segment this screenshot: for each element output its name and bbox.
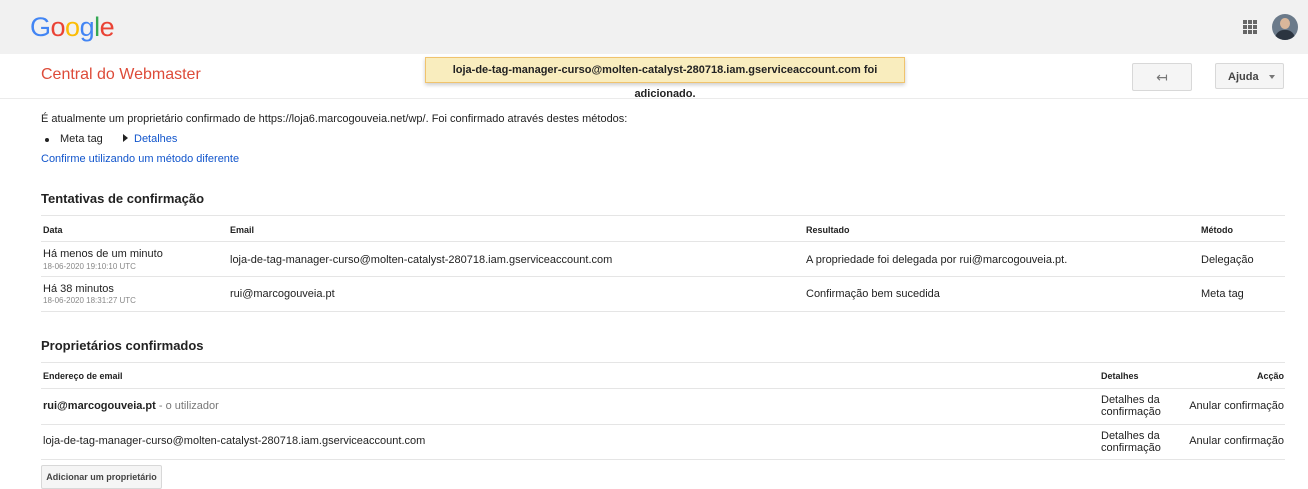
attempt-date: Há menos de um minuto xyxy=(43,248,163,260)
owner-note: - o utilizador xyxy=(155,400,219,412)
logo-letter: o xyxy=(65,12,80,42)
table-divider xyxy=(41,241,1285,242)
ownership-statement: É atualmente um proprietário confirmado … xyxy=(41,113,628,125)
table-divider xyxy=(41,311,1285,312)
column-header-email: Email xyxy=(230,225,255,235)
table-divider xyxy=(41,424,1285,425)
attempt-result: A propriedade foi delegada por rui@marco… xyxy=(806,254,1068,266)
top-bar: Google xyxy=(0,0,1308,54)
help-button[interactable]: Ajuda xyxy=(1215,63,1284,89)
back-button[interactable]: ↤ xyxy=(1132,63,1192,91)
back-arrow-icon: ↤ xyxy=(1156,69,1168,85)
column-header-action: Acção xyxy=(1256,371,1284,381)
table-divider xyxy=(41,215,1285,216)
google-logo[interactable]: Google xyxy=(30,12,115,43)
table-divider xyxy=(41,362,1285,363)
table-divider xyxy=(41,388,1285,389)
attempts-heading: Tentativas de confirmação xyxy=(41,191,205,206)
attempt-email: rui@marcogouveia.pt xyxy=(230,288,335,300)
notification-banner: loja-de-tag-manager-curso@molten-catalys… xyxy=(425,57,905,100)
column-header-email-address: Endereço de email xyxy=(43,371,123,381)
method-meta-tag: Meta tag xyxy=(60,133,103,145)
column-header-details: Detalhes xyxy=(1101,371,1139,381)
avatar[interactable] xyxy=(1272,14,1298,40)
owners-heading: Proprietários confirmados xyxy=(41,338,204,353)
table-divider xyxy=(41,276,1285,277)
expand-triangle-icon[interactable] xyxy=(123,134,128,142)
alternate-method-link[interactable]: Confirme utilizando um método diferente xyxy=(41,153,239,165)
revoke-confirmation-link[interactable]: Anular confirmação xyxy=(1189,400,1284,412)
column-header-result: Resultado xyxy=(806,225,850,235)
attempt-timestamp: 18-06-2020 19:10:10 UTC xyxy=(43,262,136,271)
help-label: Ajuda xyxy=(1228,71,1259,83)
logo-letter: g xyxy=(79,12,95,42)
bullet-icon xyxy=(45,138,49,142)
header-divider xyxy=(0,98,1308,99)
attempt-result: Confirmação bem sucedida xyxy=(806,288,940,300)
details-link[interactable]: Detalhes xyxy=(134,133,177,145)
logo-letter: G xyxy=(30,12,51,42)
page-title: Central do Webmaster xyxy=(41,66,201,83)
apps-grid-icon[interactable] xyxy=(1243,20,1257,34)
add-owner-button[interactable]: Adicionar um proprietário xyxy=(41,465,162,489)
revoke-confirmation-link[interactable]: Anular confirmação xyxy=(1189,435,1284,447)
attempt-email: loja-de-tag-manager-curso@molten-catalys… xyxy=(230,254,613,266)
chevron-down-icon xyxy=(1269,75,1275,79)
confirmation-details-link[interactable]: Detalhes da confirmação xyxy=(1101,430,1161,454)
owner-email: rui@marcogouveia.pt xyxy=(43,400,156,412)
confirmation-details-link[interactable]: Detalhes da confirmação xyxy=(1101,394,1161,418)
owner-email-row: rui@marcogouveia.pt - o utilizador xyxy=(43,400,219,412)
column-header-date: Data xyxy=(43,225,63,235)
logo-letter: o xyxy=(50,12,66,42)
logo-letter: e xyxy=(99,12,115,42)
attempt-method: Meta tag xyxy=(1201,288,1244,300)
owner-email: loja-de-tag-manager-curso@molten-catalys… xyxy=(43,435,426,447)
attempt-method: Delegação xyxy=(1201,254,1254,266)
table-divider xyxy=(41,459,1285,460)
attempt-date: Há 38 minutos xyxy=(43,283,114,295)
column-header-method: Método xyxy=(1201,225,1233,235)
attempt-timestamp: 18-06-2020 18:31:27 UTC xyxy=(43,296,136,305)
